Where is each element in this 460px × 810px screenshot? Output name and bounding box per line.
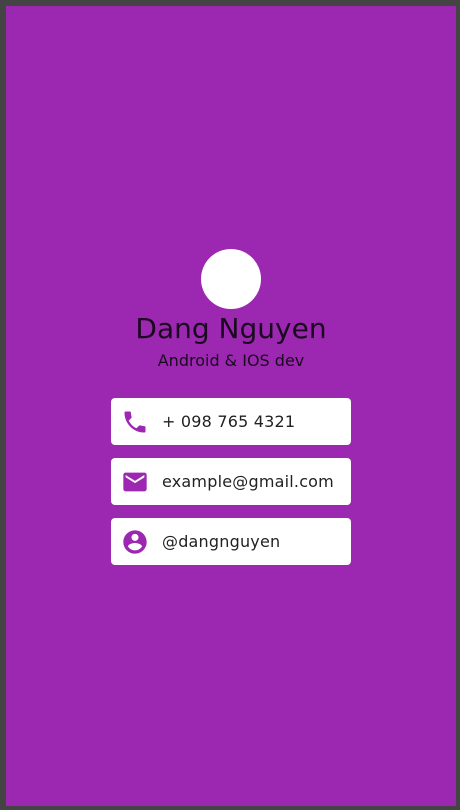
device-frame: Dang Nguyen Android & IOS dev + 098 765 … [0,0,460,810]
phone-number: + 098 765 4321 [162,412,296,431]
avatar [201,249,261,309]
mail-icon [121,468,149,496]
profile-title: Android & IOS dev [157,351,305,370]
email-address: example@gmail.com [162,472,334,491]
phone-icon [121,408,149,436]
social-handle: @dangnguyen [162,532,281,551]
account-circle-icon [121,528,149,556]
profile-name: Dang Nguyen [135,312,327,345]
handle-card[interactable]: @dangnguyen [111,518,351,565]
email-card[interactable]: example@gmail.com [111,458,351,505]
phone-card[interactable]: + 098 765 4321 [111,398,351,445]
app-screen: Dang Nguyen Android & IOS dev + 098 765 … [6,6,456,806]
